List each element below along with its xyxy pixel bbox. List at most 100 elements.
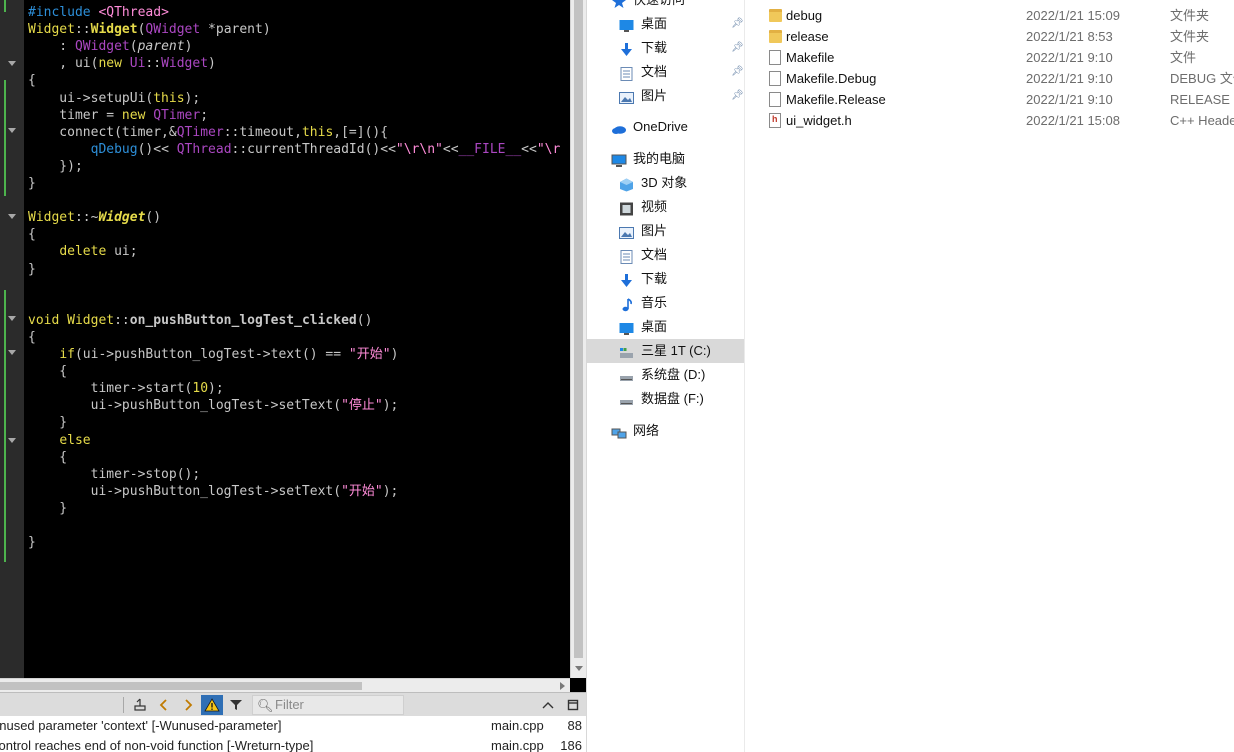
nav-item[interactable]: 我的电脑 [587, 147, 744, 171]
code-line[interactable]: { [28, 72, 36, 89]
scrollbar-thumb[interactable] [574, 0, 583, 658]
chevron-left-icon[interactable] [154, 695, 174, 715]
nav-item[interactable]: 系统盘 (D:) [587, 363, 744, 387]
code-line[interactable]: : QWidget(parent) [28, 38, 192, 55]
nav-item[interactable]: 桌面 📌︎ [587, 12, 744, 36]
chevron-up-icon[interactable] [538, 695, 558, 715]
code-line[interactable]: ui->pushButton_logTest->setText("开始"); [28, 483, 399, 500]
file-row[interactable]: Makefile 2022/1/21 9:10 文件 [747, 47, 1234, 68]
nav-item[interactable]: 快速访问 [587, 0, 744, 12]
file-row[interactable]: release 2022/1/21 8:53 文件夹 [747, 26, 1234, 47]
code-line[interactable]: } [28, 534, 36, 551]
nav-item[interactable]: 数据盘 (F:) [587, 387, 744, 411]
nav-item[interactable]: 下载 📌︎ [587, 36, 744, 60]
fold-arrow-icon[interactable] [8, 214, 16, 219]
pin-icon[interactable]: 📌︎ [731, 12, 744, 36]
code-line[interactable]: } [28, 414, 67, 431]
code-line[interactable]: ui->pushButton_logTest->setText("停止"); [28, 397, 399, 414]
nav-item[interactable]: 文档 📌︎ [587, 60, 744, 84]
pin-icon[interactable]: 📌︎ [731, 60, 744, 84]
code-line[interactable]: else [28, 432, 90, 449]
file-type: RELEASE 文件 [1170, 92, 1234, 107]
nav-item-label: OneDrive [633, 119, 688, 134]
maximize-icon[interactable] [563, 695, 583, 715]
fold-arrow-icon[interactable] [8, 350, 16, 355]
code-line[interactable]: , ui(new Ui::Widget) [28, 55, 216, 72]
funnel-icon[interactable] [226, 695, 246, 715]
scroll-right-icon[interactable] [560, 682, 565, 690]
code-token: #include [28, 5, 99, 20]
vertical-scrollbar[interactable] [570, 0, 586, 678]
code-line[interactable]: } [28, 261, 36, 278]
nav-item-label: 桌面 [641, 319, 668, 334]
file-row[interactable]: ui_widget.h 2022/1/21 15:08 C++ Header [747, 110, 1234, 131]
drive-c-icon [619, 344, 634, 358]
warning-icon[interactable] [201, 695, 223, 715]
toolbar-divider [123, 697, 124, 713]
nav-item[interactable]: 网络 [587, 419, 744, 443]
code-line[interactable]: Widget::Widget(QWidget *parent) [28, 21, 271, 38]
nav-item[interactable]: 文档 [587, 243, 744, 267]
code-line[interactable]: { [28, 329, 36, 346]
change-marker [4, 80, 6, 196]
code-line[interactable]: { [28, 226, 36, 243]
fold-arrow-icon[interactable] [8, 316, 16, 321]
filter-placeholder: Filter [275, 697, 304, 712]
code-line[interactable]: } [28, 175, 36, 192]
code-line[interactable]: timer->stop(); [28, 466, 201, 483]
code-line[interactable]: qDebug()<< QThread::currentThreadId()<<"… [28, 141, 561, 158]
fold-arrow-icon[interactable] [8, 61, 16, 66]
code-line[interactable]: #include <QThread> [28, 4, 169, 21]
pin-icon[interactable]: 📌︎ [731, 36, 744, 60]
issue-row[interactable]: control reaches end of non-void function… [0, 736, 586, 752]
nav-item[interactable]: OneDrive [587, 115, 744, 139]
code-line[interactable]: timer = new QTimer; [28, 107, 208, 124]
filter-input[interactable]: 🔍︎ Filter [252, 695, 404, 715]
clean-icon[interactable] [130, 695, 150, 715]
nav-item[interactable]: 下载 [587, 267, 744, 291]
scrollbar-thumb[interactable] [0, 682, 362, 690]
code-token: new [121, 107, 146, 123]
code-line[interactable]: }); [28, 158, 83, 175]
code-editor[interactable]: #include <QThread> Widget::Widget(QWidget… [0, 0, 586, 752]
fold-arrow-icon[interactable] [8, 438, 16, 443]
scroll-down-icon[interactable] [575, 666, 583, 671]
download-icon [619, 272, 634, 287]
nav-item[interactable]: 3D 对象 [587, 171, 744, 195]
issue-row[interactable]: unused parameter 'context' [-Wunused-par… [0, 716, 586, 736]
code-line[interactable]: delete ui; [28, 243, 137, 260]
nav-item[interactable]: 图片 [587, 219, 744, 243]
code-line[interactable]: timer->start(10); [28, 380, 224, 397]
code-token: "开始" [341, 483, 383, 499]
header-file-icon [769, 113, 781, 128]
code-token: __FILE__ [458, 141, 522, 157]
file-row[interactable]: Makefile.Debug 2022/1/21 9:10 DEBUG 文件 [747, 68, 1234, 89]
nav-item[interactable]: 三星 1T (C:) [587, 339, 744, 363]
code-line[interactable]: void Widget::on_pushButton_logTest_click… [28, 312, 372, 329]
star-icon [611, 0, 626, 8]
nav-item[interactable]: 图片 📌︎ [587, 84, 744, 108]
code-token: timer->stop(); [28, 466, 201, 482]
code-line[interactable]: Widget::~Widget() [28, 209, 161, 226]
nav-item[interactable]: 视频 [587, 195, 744, 219]
fold-arrow-icon[interactable] [8, 128, 16, 133]
file-row[interactable]: debug 2022/1/21 15:09 文件夹 [747, 5, 1234, 26]
code-text-area[interactable]: #include <QThread> Widget::Widget(QWidget… [28, 4, 570, 676]
nav-item[interactable]: 音乐 [587, 291, 744, 315]
code-line[interactable]: } [28, 500, 67, 517]
code-token: ); [208, 381, 224, 397]
chevron-right-icon[interactable] [178, 695, 198, 715]
code-line[interactable]: connect(timer,&QTimer::timeout,this,[=](… [28, 124, 388, 141]
code-line[interactable]: { [28, 449, 67, 466]
issues-list: unused parameter 'context' [-Wunused-par… [0, 716, 586, 752]
code-line[interactable]: ui->setupUi(this); [28, 90, 200, 107]
issue-message: control reaches end of non-void function… [0, 738, 314, 752]
issue-line: 186 [560, 738, 582, 752]
code-line[interactable]: { [28, 363, 67, 380]
code-line[interactable]: if(ui->pushButton_logTest->text() == "开始… [28, 346, 398, 363]
pin-icon[interactable]: 📌︎ [731, 84, 744, 108]
horizontal-scrollbar[interactable] [0, 678, 570, 692]
file-row[interactable]: Makefile.Release 2022/1/21 9:10 RELEASE 文件 [747, 89, 1234, 110]
document-icon [619, 248, 634, 264]
nav-item[interactable]: 桌面 [587, 315, 744, 339]
